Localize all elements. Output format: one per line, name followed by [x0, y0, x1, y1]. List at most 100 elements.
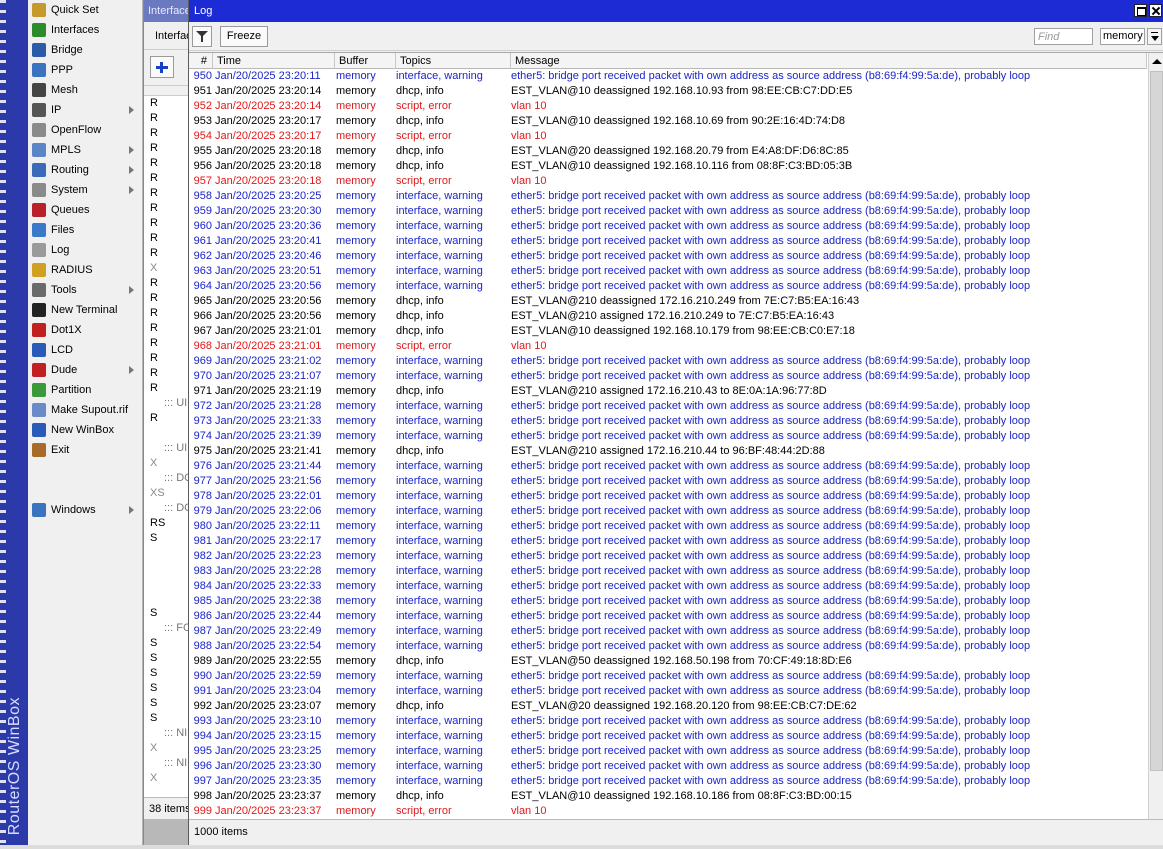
log-row[interactable]: 988 Jan/20/2025 23:22:54 memory interface, …	[189, 639, 1147, 654]
log-row[interactable]: 967 Jan/20/2025 23:21:01 memory dhcp, info E…	[189, 324, 1147, 339]
log-row[interactable]: 999 Jan/20/2025 23:23:37 memory script, err…	[189, 804, 1147, 819]
interface-row[interactable]: R	[144, 351, 193, 366]
interface-row[interactable]: R	[144, 96, 193, 111]
scroll-up-icon[interactable]	[1152, 59, 1162, 64]
menu-item-system[interactable]: System	[28, 180, 142, 200]
interface-row[interactable]: R	[144, 231, 193, 246]
log-row[interactable]: 961 Jan/20/2025 23:20:41 memory interface, …	[189, 234, 1147, 249]
log-row[interactable]: 966 Jan/20/2025 23:20:56 memory dhcp, info E…	[189, 309, 1147, 324]
interface-row[interactable]	[144, 576, 193, 591]
interface-row[interactable]	[144, 561, 193, 576]
menu-item-radius[interactable]: RADIUS	[28, 260, 142, 280]
buffer-select[interactable]: memory	[1100, 28, 1145, 45]
log-row[interactable]: 985 Jan/20/2025 23:22:38 memory interface, …	[189, 594, 1147, 609]
log-row[interactable]: 980 Jan/20/2025 23:22:11 memory interface, …	[189, 519, 1147, 534]
interface-row[interactable]: S	[144, 666, 193, 681]
menu-item-mesh[interactable]: Mesh	[28, 80, 142, 100]
interface-row[interactable]	[144, 591, 193, 606]
menu-item-dude[interactable]: Dude	[28, 360, 142, 380]
menu-item-ip[interactable]: IP	[28, 100, 142, 120]
interface-row[interactable]: R	[144, 111, 193, 126]
log-row[interactable]: 954 Jan/20/2025 23:20:17 memory script, err…	[189, 129, 1147, 144]
freeze-button[interactable]: Freeze	[220, 26, 268, 47]
interfaces-window-title[interactable]: Interfaces	[144, 0, 193, 22]
log-row[interactable]: 982 Jan/20/2025 23:22:23 memory interface, …	[189, 549, 1147, 564]
menu-item-partition[interactable]: Partition	[28, 380, 142, 400]
column-header-time[interactable]: Time	[213, 53, 335, 69]
log-row[interactable]: 979 Jan/20/2025 23:22:06 memory interface, …	[189, 504, 1147, 519]
log-row[interactable]: 960 Jan/20/2025 23:20:36 memory interface, …	[189, 219, 1147, 234]
interface-row[interactable]: S	[144, 531, 193, 546]
menu-item-interfaces[interactable]: Interfaces	[28, 20, 142, 40]
interface-comment-row[interactable]: ::: NI	[144, 726, 193, 741]
log-row[interactable]: 997 Jan/20/2025 23:23:35 memory interface, …	[189, 774, 1147, 789]
log-row[interactable]: 952 Jan/20/2025 23:20:14 memory script, err…	[189, 99, 1147, 114]
log-window-titlebar[interactable]: Log	[189, 0, 1163, 22]
log-row[interactable]: 965 Jan/20/2025 23:20:56 memory dhcp, info E…	[189, 294, 1147, 309]
log-row[interactable]: 991 Jan/20/2025 23:23:04 memory interface, …	[189, 684, 1147, 699]
interface-row[interactable]: R	[144, 321, 193, 336]
menu-item-mpls[interactable]: MPLS	[28, 140, 142, 160]
interface-row[interactable]: S	[144, 711, 193, 726]
interface-row[interactable]: R	[144, 336, 193, 351]
menu-item-routing[interactable]: Routing	[28, 160, 142, 180]
log-row[interactable]: 992 Jan/20/2025 23:23:07 memory dhcp, info E…	[189, 699, 1147, 714]
scroll-thumb[interactable]	[1150, 71, 1163, 771]
interface-row[interactable]: X	[144, 261, 193, 276]
find-input[interactable]	[1034, 28, 1093, 45]
interface-comment-row[interactable]: ::: DC	[144, 501, 193, 516]
menu-item-queues[interactable]: Queues	[28, 200, 142, 220]
log-row[interactable]: 987 Jan/20/2025 23:22:49 memory interface, …	[189, 624, 1147, 639]
log-row[interactable]: 950 Jan/20/2025 23:20:11 memory interface, …	[189, 69, 1147, 84]
log-row[interactable]: 970 Jan/20/2025 23:21:07 memory interface, …	[189, 369, 1147, 384]
log-row[interactable]: 975 Jan/20/2025 23:21:41 memory dhcp, info E…	[189, 444, 1147, 459]
menu-item-ppp[interactable]: PPP	[28, 60, 142, 80]
interface-row[interactable]: S	[144, 696, 193, 711]
interface-row[interactable]: R	[144, 186, 193, 201]
log-row[interactable]: 984 Jan/20/2025 23:22:33 memory interface, …	[189, 579, 1147, 594]
log-row[interactable]: 978 Jan/20/2025 23:22:01 memory interface, …	[189, 489, 1147, 504]
interface-row[interactable]: S	[144, 636, 193, 651]
log-row[interactable]: 998 Jan/20/2025 23:23:37 memory dhcp, info E…	[189, 789, 1147, 804]
menu-item-openflow[interactable]: OpenFlow	[28, 120, 142, 140]
log-row[interactable]: 981 Jan/20/2025 23:22:17 memory interface, …	[189, 534, 1147, 549]
interface-row[interactable]: S	[144, 681, 193, 696]
interface-row[interactable]: RS	[144, 516, 193, 531]
interface-row[interactable]	[144, 546, 193, 561]
log-row[interactable]: 972 Jan/20/2025 23:21:28 memory interface, …	[189, 399, 1147, 414]
log-row[interactable]: 994 Jan/20/2025 23:23:15 memory interface, …	[189, 729, 1147, 744]
column-header-buffer[interactable]: Buffer	[335, 53, 396, 69]
interface-row[interactable]: R	[144, 411, 193, 426]
filter-button[interactable]	[192, 26, 212, 47]
interface-row[interactable]: R	[144, 276, 193, 291]
interface-comment-row[interactable]: ::: FC	[144, 621, 193, 636]
interface-row[interactable]: R	[144, 381, 193, 396]
menu-item-new-terminal[interactable]: New Terminal	[28, 300, 142, 320]
close-icon[interactable]	[1149, 4, 1162, 17]
log-row[interactable]: 968 Jan/20/2025 23:21:01 memory script, err…	[189, 339, 1147, 354]
log-row[interactable]: 956 Jan/20/2025 23:20:18 memory dhcp, info E…	[189, 159, 1147, 174]
column-header-topics[interactable]: Topics	[396, 53, 511, 69]
menu-item-quick-set[interactable]: Quick Set	[28, 0, 142, 20]
log-row[interactable]: 990 Jan/20/2025 23:22:59 memory interface, …	[189, 669, 1147, 684]
log-row[interactable]: 974 Jan/20/2025 23:21:39 memory interface, …	[189, 429, 1147, 444]
log-row[interactable]: 959 Jan/20/2025 23:20:30 memory interface, …	[189, 204, 1147, 219]
log-row[interactable]: 955 Jan/20/2025 23:20:18 memory dhcp, info E…	[189, 144, 1147, 159]
log-row[interactable]: 962 Jan/20/2025 23:20:46 memory interface, …	[189, 249, 1147, 264]
log-row[interactable]: 951 Jan/20/2025 23:20:14 memory dhcp, info E…	[189, 84, 1147, 99]
interface-comment-row[interactable]: ::: DC	[144, 471, 193, 486]
log-row[interactable]: 995 Jan/20/2025 23:23:25 memory interface, …	[189, 744, 1147, 759]
interface-comment-row[interactable]: ::: NI	[144, 756, 193, 771]
menu-item-log[interactable]: Log	[28, 240, 142, 260]
log-row[interactable]: 971 Jan/20/2025 23:21:19 memory dhcp, info E…	[189, 384, 1147, 399]
maximize-icon[interactable]	[1134, 4, 1147, 17]
menu-item-dot1x[interactable]: Dot1X	[28, 320, 142, 340]
interface-row[interactable]: S	[144, 651, 193, 666]
interface-row[interactable]: R	[144, 126, 193, 141]
interface-comment-row[interactable]: ::: UI	[144, 441, 193, 456]
buffer-dropdown-icon[interactable]	[1147, 28, 1162, 45]
menu-item-make-supout-rif[interactable]: Make Supout.rif	[28, 400, 142, 420]
log-row[interactable]: 969 Jan/20/2025 23:21:02 memory interface, …	[189, 354, 1147, 369]
menu-item-bridge[interactable]: Bridge	[28, 40, 142, 60]
log-row[interactable]: 957 Jan/20/2025 23:20:18 memory script, err…	[189, 174, 1147, 189]
